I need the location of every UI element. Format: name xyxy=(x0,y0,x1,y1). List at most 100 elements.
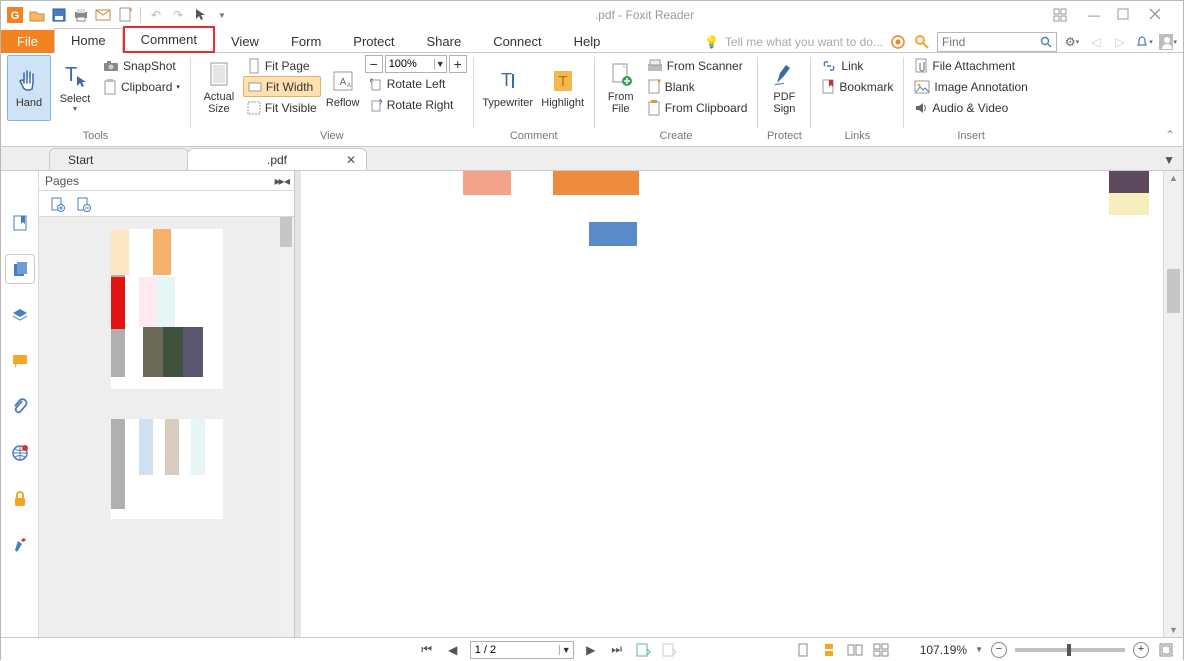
tab-connect[interactable]: Connect xyxy=(477,30,557,53)
next-icon[interactable]: ▷ xyxy=(1111,33,1129,51)
cursor-mode-icon[interactable] xyxy=(190,5,210,25)
view-continuous-facing-icon[interactable] xyxy=(872,641,890,659)
rail-comments-icon[interactable] xyxy=(6,347,34,375)
image-annotation-button[interactable]: Image Annotation xyxy=(910,76,1031,97)
page-dropdown-icon[interactable]: ▼ xyxy=(559,645,573,655)
tab-file[interactable]: File xyxy=(1,30,54,53)
page-layout-1-icon[interactable] xyxy=(634,641,652,659)
expand-icon[interactable] xyxy=(1053,8,1071,22)
tell-me-search[interactable]: 💡 Tell me what you want to do... xyxy=(704,35,883,49)
clipboard-button[interactable]: Clipboard▾ xyxy=(99,76,184,97)
rail-share-icon[interactable] xyxy=(6,439,34,467)
document-scrollbar[interactable]: ▲ ▼ xyxy=(1163,171,1183,637)
tab-protect[interactable]: Protect xyxy=(337,30,410,53)
last-page-button[interactable]: ⏭ xyxy=(608,641,626,659)
highlight-button[interactable]: T Highlight xyxy=(538,55,588,121)
tab-home[interactable]: Home xyxy=(54,28,123,53)
thumb-enlarge-icon[interactable] xyxy=(49,196,65,212)
tab-view[interactable]: View xyxy=(215,30,275,53)
find-input[interactable] xyxy=(942,35,1020,49)
zoom-out-status-button[interactable]: − xyxy=(991,642,1007,658)
redo-icon[interactable]: ↷ xyxy=(168,5,188,25)
rail-pages-icon[interactable] xyxy=(6,255,34,283)
qat-dropdown-icon[interactable]: ▼ xyxy=(212,5,232,25)
bookmark-button[interactable]: Bookmark xyxy=(817,76,897,97)
zoom-in-button[interactable]: + xyxy=(449,55,467,73)
tab-form[interactable]: Form xyxy=(275,30,337,53)
snapshot-button[interactable]: SnapShot xyxy=(99,55,184,76)
audio-video-button[interactable]: Audio & Video xyxy=(910,97,1031,118)
tab-comment[interactable]: Comment xyxy=(123,26,215,53)
select-button[interactable]: T Select ▼ xyxy=(53,55,97,121)
view-continuous-icon[interactable] xyxy=(820,641,838,659)
from-clipboard-button[interactable]: From Clipboard xyxy=(643,97,752,118)
new-icon[interactable]: * xyxy=(115,5,135,25)
app-icon[interactable]: G xyxy=(5,5,25,25)
fullscreen-icon[interactable] xyxy=(1157,641,1175,659)
rotate-left-button[interactable]: Rotate Left xyxy=(365,73,467,94)
fit-width-button[interactable]: Fit Width xyxy=(243,76,321,97)
hand-button[interactable]: Hand xyxy=(7,55,51,121)
undo-icon[interactable]: ↶ xyxy=(146,5,166,25)
rail-signatures-icon[interactable] xyxy=(6,531,34,559)
next-page-button[interactable]: ▶ xyxy=(582,641,600,659)
rail-bookmarks-icon[interactable] xyxy=(6,209,34,237)
find-search-icon[interactable] xyxy=(1040,36,1052,48)
maximize-icon[interactable] xyxy=(1117,8,1135,22)
actual-size-button[interactable]: Actual Size xyxy=(197,55,241,121)
file-attachment-button[interactable]: File Attachment xyxy=(910,55,1031,76)
rotate-right-button[interactable]: Rotate Right xyxy=(365,94,467,115)
doc-tab-current[interactable]: .pdf✕ xyxy=(187,148,367,170)
rail-attachments-icon[interactable] xyxy=(6,393,34,421)
reflow-button[interactable]: AA Reflow xyxy=(323,55,363,121)
rail-security-icon[interactable] xyxy=(6,485,34,513)
document-canvas[interactable] xyxy=(301,171,1163,637)
heart-icon[interactable] xyxy=(889,33,907,51)
thumbnail-1[interactable] xyxy=(111,229,223,389)
first-page-button[interactable]: ⏮ xyxy=(418,641,436,659)
zoom-dropdown-icon[interactable]: ▼ xyxy=(434,59,446,69)
view-single-icon[interactable] xyxy=(794,641,812,659)
zoom-percent-dropdown[interactable]: ▼ xyxy=(975,645,983,654)
zoom-in-status-button[interactable]: + xyxy=(1133,642,1149,658)
print-icon[interactable] xyxy=(71,5,91,25)
tab-share[interactable]: Share xyxy=(410,30,477,53)
view-facing-icon[interactable] xyxy=(846,641,864,659)
link-button[interactable]: Link xyxy=(817,55,897,76)
page-layout-2-icon[interactable] xyxy=(660,641,678,659)
save-icon[interactable] xyxy=(49,5,69,25)
email-icon[interactable] xyxy=(93,5,113,25)
thumbnail-2[interactable] xyxy=(111,419,223,519)
minimize-icon[interactable]: — xyxy=(1085,8,1103,22)
zoom-input[interactable] xyxy=(386,58,434,70)
collapse-ribbon-icon[interactable]: ⌃ xyxy=(1165,128,1175,142)
fit-page-button[interactable]: Fit Page xyxy=(243,55,321,76)
prev-page-button[interactable]: ◀ xyxy=(444,641,462,659)
typewriter-button[interactable]: T Typewriter xyxy=(480,55,536,121)
open-icon[interactable] xyxy=(27,5,47,25)
bell-icon[interactable]: ▾ xyxy=(1135,33,1153,51)
search-icon[interactable] xyxy=(913,33,931,51)
zoom-out-button[interactable]: − xyxy=(365,55,383,73)
close-icon[interactable] xyxy=(1149,8,1167,22)
zoom-slider[interactable] xyxy=(1015,648,1125,652)
settings-icon[interactable]: ⚙▾ xyxy=(1063,33,1081,51)
prev-icon[interactable]: ◁ xyxy=(1087,33,1105,51)
doc-tabs-dropdown-icon[interactable]: ▼ xyxy=(1163,153,1175,167)
thumbs-scrollbar[interactable] xyxy=(278,217,294,637)
page-number-box[interactable]: ▼ xyxy=(470,641,574,659)
from-scanner-button[interactable]: From Scanner xyxy=(643,55,752,76)
user-icon[interactable]: ▾ xyxy=(1159,33,1177,51)
fit-visible-button[interactable]: Fit Visible xyxy=(243,97,321,118)
pdf-sign-button[interactable]: PDF Sign xyxy=(764,55,804,121)
from-file-button[interactable]: From File xyxy=(601,55,641,121)
find-box[interactable] xyxy=(937,32,1057,52)
tab-help[interactable]: Help xyxy=(558,30,617,53)
pages-collapse-icon[interactable]: ▸▸ ◂ xyxy=(275,174,288,188)
doc-tab-start[interactable]: Start xyxy=(49,148,189,170)
page-input[interactable] xyxy=(471,644,559,656)
thumb-reduce-icon[interactable] xyxy=(75,196,91,212)
close-tab-icon[interactable]: ✕ xyxy=(346,153,356,167)
zoom-combo[interactable]: ▼ xyxy=(385,55,447,73)
blank-button[interactable]: *Blank xyxy=(643,76,752,97)
